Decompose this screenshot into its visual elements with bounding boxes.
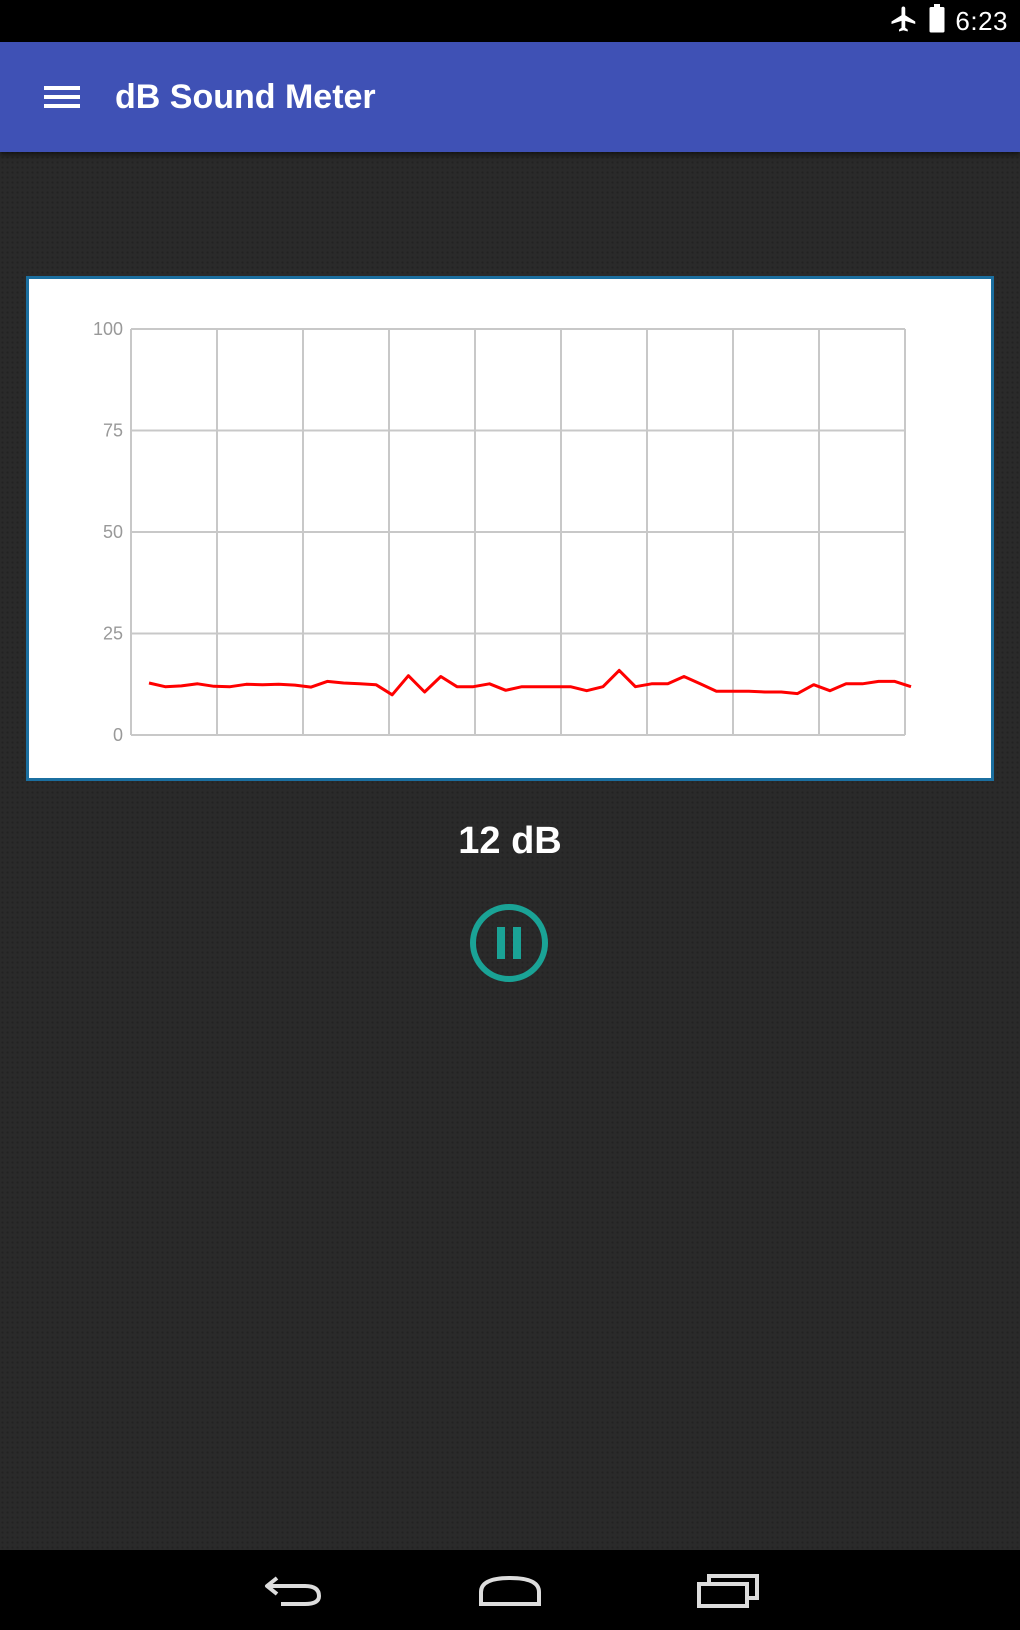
- recent-apps-icon: [697, 1574, 759, 1608]
- menu-button[interactable]: [30, 67, 94, 127]
- home-icon: [479, 1575, 541, 1606]
- y-tick-label: 0: [113, 725, 123, 745]
- chart-card: 0 25 50 75 100: [26, 276, 994, 781]
- y-tick-label: 25: [103, 624, 123, 644]
- series-line: [148, 668, 912, 697]
- home-button[interactable]: [465, 1560, 555, 1620]
- hamburger-menu-icon: [44, 86, 80, 108]
- app-title: dB Sound Meter: [115, 78, 376, 116]
- db-readout: 12 dB: [458, 820, 562, 862]
- pause-icon: [470, 904, 548, 982]
- status-bar: 6:23: [0, 0, 1020, 42]
- y-tick-label: 75: [103, 421, 123, 441]
- battery-icon: [927, 3, 947, 39]
- app-bar: dB Sound Meter: [0, 42, 1020, 152]
- status-icons: 6:23: [889, 0, 1008, 42]
- pause-button[interactable]: [468, 902, 550, 984]
- back-icon: [265, 1576, 322, 1606]
- airplane-mode-icon: [889, 4, 919, 39]
- app-screen: 6:23 dB Sound Meter 0 25 50 75 100 12 dB: [0, 0, 1020, 1630]
- y-tick-label: 100: [93, 319, 123, 339]
- navigation-bar: [0, 1550, 1020, 1630]
- y-tick-label: 50: [103, 522, 123, 542]
- back-button[interactable]: [248, 1560, 338, 1620]
- sound-level-chart: 0 25 50 75 100: [93, 319, 912, 745]
- status-time: 6:23: [955, 5, 1008, 36]
- recent-apps-button[interactable]: [683, 1560, 773, 1620]
